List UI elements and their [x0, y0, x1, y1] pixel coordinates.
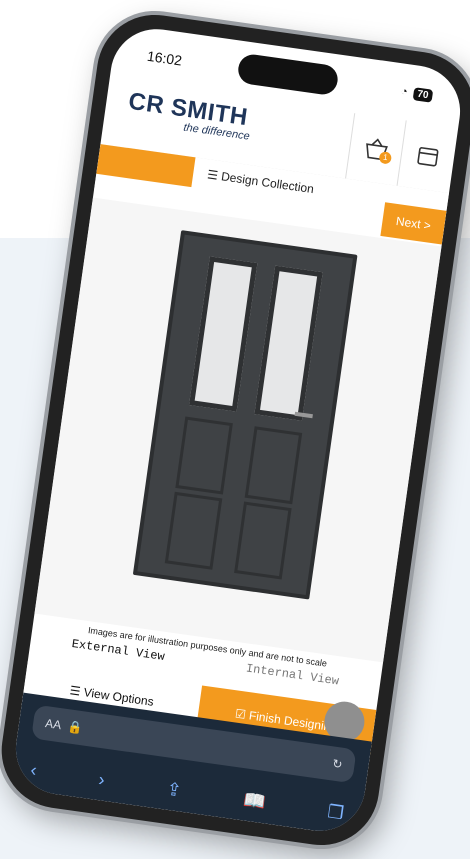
list-icon: ☰ [206, 167, 219, 183]
window-icon [417, 147, 439, 167]
door-image [132, 230, 358, 600]
tabs-icon[interactable]: ❐ [326, 801, 345, 824]
brand-logo[interactable]: CR SMITH the difference [125, 88, 254, 143]
door-panel [175, 416, 233, 495]
bookmarks-icon[interactable]: 📖 [242, 789, 267, 813]
lock-icon: 🔒 [60, 718, 84, 736]
back-icon[interactable]: ‹ [29, 760, 38, 782]
share-icon[interactable]: ⇪ [165, 779, 183, 802]
door-panel [234, 501, 292, 580]
basket-count-badge: 1 [378, 151, 393, 165]
next-button[interactable]: Next > [380, 202, 447, 245]
status-right: ◔ 70 [400, 85, 434, 103]
door-panel [244, 426, 303, 505]
door-glass-left [189, 256, 258, 412]
reload-icon[interactable]: ↻ [331, 756, 343, 771]
door-panel [164, 491, 223, 570]
wifi-icon: ◔ [400, 85, 409, 99]
design-collection-label: Design Collection [220, 169, 315, 197]
status-time: 16:02 [146, 47, 184, 69]
menu-button[interactable] [396, 120, 459, 194]
door-preview [34, 197, 442, 663]
forward-icon[interactable]: › [97, 769, 106, 791]
battery-indicator: 70 [412, 86, 434, 103]
design-collection-button[interactable]: ☰ Design Collection [206, 167, 314, 196]
door-glass-right [254, 265, 323, 421]
